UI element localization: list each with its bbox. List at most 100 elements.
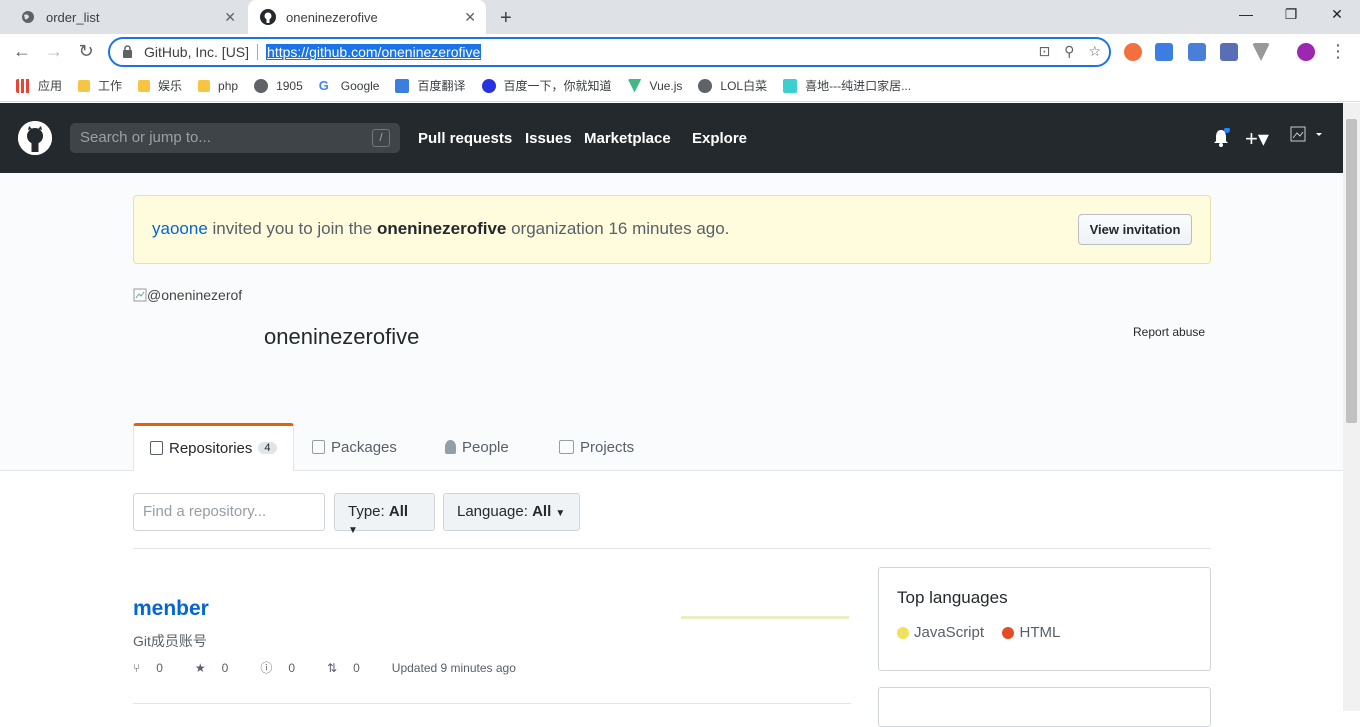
- google-icon: G: [318, 77, 329, 93]
- notifications-bell-icon[interactable]: [1212, 127, 1230, 153]
- bookmark-lol[interactable]: LOL白菜: [698, 77, 767, 94]
- flash-text: invited you to join the: [207, 219, 377, 238]
- repo-link[interactable]: menber: [133, 597, 209, 621]
- minimize-icon[interactable]: —: [1236, 6, 1256, 22]
- people-box: [878, 687, 1211, 727]
- issue-icon: ⓘ: [260, 661, 273, 675]
- repo-icon: [150, 441, 163, 455]
- menu-kebab-icon[interactable]: ⋮: [1326, 41, 1350, 62]
- person-icon: [445, 440, 456, 454]
- bookmark-1905[interactable]: 1905: [254, 78, 303, 93]
- folder-icon: [198, 79, 211, 92]
- browser-tab-order-list[interactable]: order_list ✕: [8, 0, 246, 34]
- create-new-plus-icon[interactable]: +▾: [1245, 126, 1269, 152]
- divider: [133, 703, 851, 704]
- extension-vue-icon[interactable]: [1252, 43, 1270, 61]
- nav-marketplace[interactable]: Marketplace: [584, 130, 671, 147]
- close-window-icon[interactable]: ✕: [1327, 6, 1347, 23]
- github-header: Search or jump to... / Pull requests Iss…: [0, 103, 1343, 173]
- xidi-icon: [783, 78, 798, 93]
- search-input[interactable]: Search or jump to... /: [70, 123, 400, 153]
- baidu-paw-icon: [481, 78, 496, 93]
- extension-save-icon[interactable]: [1220, 43, 1238, 61]
- issues-count[interactable]: ⓘ 0: [260, 659, 311, 676]
- browser-tab-strip: order_list ✕ oneninezerofive ✕ + — ❐ ✕: [0, 0, 1360, 34]
- close-tab-icon[interactable]: ✕: [464, 9, 476, 26]
- star-icon: ★: [194, 660, 206, 675]
- bookmark-folder-php[interactable]: php: [198, 79, 238, 93]
- bookmark-folder-fun[interactable]: 娱乐: [138, 77, 182, 94]
- tab-projects[interactable]: Projects: [559, 423, 634, 471]
- bookmark-baidu-translate[interactable]: 百度翻译: [395, 77, 466, 94]
- browser-toolbar: ← → ↻ GitHub, Inc. [US] https://github.c…: [0, 34, 1360, 70]
- tab-people[interactable]: People: [445, 423, 509, 471]
- language-html[interactable]: HTML: [1002, 624, 1060, 641]
- folder-icon: [78, 79, 91, 92]
- caret-down-icon: ▼: [555, 508, 566, 519]
- bookmark-folder-work[interactable]: 工作: [78, 77, 122, 94]
- bookmark-google[interactable]: G Google: [318, 77, 380, 93]
- org-page: yaoone invited you to join the onenineze…: [0, 173, 1343, 727]
- extension-jh-icon[interactable]: [1188, 43, 1206, 61]
- org-tabs: Repositories 4 Packages People Projects: [0, 423, 1343, 471]
- prs-count[interactable]: ⇅ 0: [327, 661, 376, 675]
- tab-title: order_list: [46, 9, 100, 25]
- maximize-icon[interactable]: ❐: [1281, 6, 1301, 23]
- scrollbar-thumb[interactable]: [1346, 119, 1357, 423]
- nav-issues[interactable]: Issues: [525, 130, 572, 147]
- reload-icon[interactable]: ↻: [74, 41, 98, 62]
- globe-icon: [20, 9, 36, 25]
- back-icon[interactable]: ←: [10, 41, 34, 62]
- globe-icon: [698, 78, 713, 93]
- tab-packages[interactable]: Packages: [312, 423, 397, 471]
- omnibox-actions: ⊡ ⚲ ☆: [1038, 43, 1101, 60]
- extension-new-icon[interactable]: [1155, 43, 1173, 61]
- tab-repositories[interactable]: Repositories 4: [133, 423, 294, 471]
- zoom-icon[interactable]: ⚲: [1064, 43, 1074, 60]
- github-logo-icon[interactable]: [18, 121, 52, 155]
- close-tab-icon[interactable]: ✕: [224, 9, 236, 26]
- browser-tab-oneninezerofive[interactable]: oneninezerofive ✕: [248, 0, 486, 34]
- vertical-scrollbar[interactable]: [1343, 103, 1360, 711]
- language-color-dot: [1002, 626, 1015, 639]
- inviter-link[interactable]: yaoone: [152, 219, 208, 238]
- forks-count[interactable]: ⑂ 0: [133, 661, 179, 675]
- updated-time: Updated 9 minutes ago: [391, 660, 516, 675]
- stars-count[interactable]: ★ 0: [195, 661, 244, 675]
- folder-icon: [138, 79, 151, 92]
- globe-icon: [254, 78, 269, 93]
- url-text[interactable]: https://github.com/oneninezerofive: [266, 44, 482, 60]
- repositories-panel: Find a repository... Type: All ▼ Languag…: [0, 471, 1343, 727]
- profile-avatar-icon[interactable]: [1297, 43, 1315, 61]
- bookmarks-bar: 应用 工作 娱乐 php 1905 G Google 百度翻译 百度一下，你就知…: [0, 70, 1360, 102]
- bookmark-vue[interactable]: Vue.js: [627, 78, 682, 93]
- vue-icon: [627, 78, 642, 93]
- extension-infinity-icon[interactable]: [1124, 43, 1142, 61]
- top-languages-box: Top languages JavaScript HTML: [878, 567, 1211, 671]
- tab-title: oneninezerofive: [286, 9, 378, 25]
- star-icon[interactable]: ☆: [1088, 43, 1101, 60]
- language-javascript[interactable]: JavaScript: [897, 624, 984, 641]
- org-avatar: @oneninezerofive: [133, 287, 243, 305]
- bookmark-baidu[interactable]: 百度一下，你就知道: [481, 77, 612, 94]
- bookmark-xidi[interactable]: 喜地---纯进口家居...: [783, 77, 911, 94]
- language-filter-select[interactable]: Language: All ▼: [443, 493, 580, 531]
- bookmark-apps[interactable]: 应用: [16, 77, 62, 94]
- nav-pull-requests[interactable]: Pull requests: [418, 130, 512, 147]
- nav-explore[interactable]: Explore: [692, 130, 747, 147]
- divider: [257, 44, 259, 60]
- type-filter-select[interactable]: Type: All ▼: [334, 493, 435, 536]
- language-color-dot: [897, 626, 909, 639]
- view-invitation-button[interactable]: View invitation: [1078, 214, 1192, 245]
- divider: [133, 548, 1211, 549]
- repo-count-badge: 4: [258, 442, 277, 454]
- forward-icon[interactable]: →: [42, 41, 66, 62]
- report-abuse-link[interactable]: Report abuse: [1133, 325, 1205, 339]
- find-repository-input[interactable]: Find a repository...: [133, 493, 325, 531]
- address-bar[interactable]: GitHub, Inc. [US] https://github.com/one…: [108, 37, 1111, 67]
- repo-stats: ⑂ 0 ★ 0 ⓘ 0 ⇅ 0 Updated 9 minutes ago: [133, 659, 532, 676]
- user-avatar-dropdown[interactable]: [1290, 126, 1326, 149]
- invitation-banner: yaoone invited you to join the onenineze…: [133, 195, 1211, 264]
- new-tab-icon[interactable]: +: [500, 7, 512, 30]
- translate-icon[interactable]: ⊡: [1038, 43, 1050, 60]
